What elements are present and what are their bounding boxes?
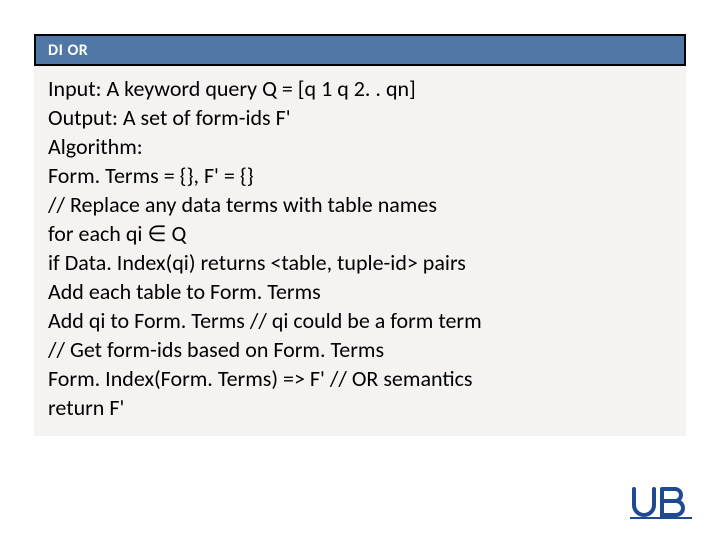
algorithm-line: if Data. Index(qi) returns <table, tuple… bbox=[48, 248, 672, 277]
algorithm-line: // Replace any data terms with table nam… bbox=[48, 190, 672, 219]
ub-logo-icon bbox=[628, 485, 694, 526]
algorithm-line: // Get form-ids based on Form. Terms bbox=[48, 335, 672, 364]
algorithm-line: Input: A keyword query Q = [q 1 q 2. . q… bbox=[48, 74, 672, 103]
algorithm-box: Input: A keyword query Q = [q 1 q 2. . q… bbox=[34, 66, 686, 436]
algorithm-line: for each qi ∈ Q bbox=[48, 219, 672, 248]
algorithm-line: Add qi to Form. Terms // qi could be a f… bbox=[48, 306, 672, 335]
slide: DI OR Input: A keyword query Q = [q 1 q … bbox=[0, 0, 720, 540]
algorithm-line: return F' bbox=[48, 393, 672, 422]
algorithm-line: Form. Terms = {}, F' = {} bbox=[48, 161, 672, 190]
algorithm-line: Algorithm: bbox=[48, 132, 672, 161]
algorithm-line: Form. Index(Form. Terms) => F' // OR sem… bbox=[48, 364, 672, 393]
algorithm-line: Add each table to Form. Terms bbox=[48, 277, 672, 306]
section-header-bar: DI OR bbox=[34, 34, 686, 66]
section-header-title: DI OR bbox=[48, 41, 88, 60]
algorithm-line: Output: A set of form-ids F' bbox=[48, 103, 672, 132]
